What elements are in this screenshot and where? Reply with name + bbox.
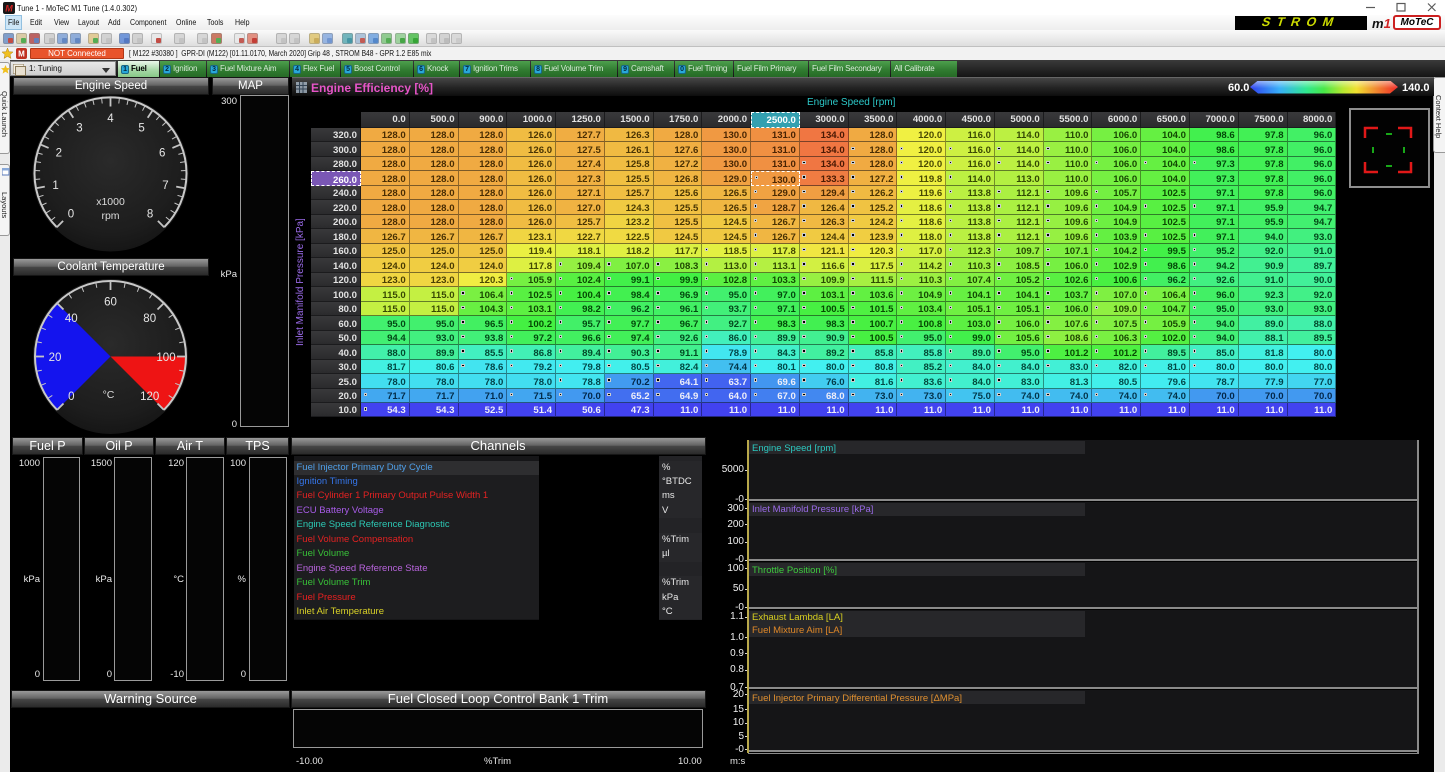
svg-text:60: 60 [104,297,117,309]
svg-text:40: 40 [65,313,78,325]
svg-text:5: 5 [138,122,144,134]
svg-text:4: 4 [107,113,114,125]
svg-text:6: 6 [159,148,165,160]
svg-text:100: 100 [156,352,175,364]
svg-text:20: 20 [49,352,62,364]
svg-text:8: 8 [147,209,153,221]
svg-text:0: 0 [68,209,74,221]
svg-text:3: 3 [76,122,82,134]
svg-text:rpm: rpm [101,210,119,222]
svg-text:x1000: x1000 [96,196,125,208]
svg-text:120: 120 [140,391,159,403]
svg-text:7: 7 [162,180,168,192]
svg-text:1: 1 [52,180,58,192]
svg-text:2: 2 [56,148,62,160]
svg-text:°C: °C [103,389,115,401]
svg-text:0: 0 [68,391,74,403]
svg-text:80: 80 [143,313,156,325]
